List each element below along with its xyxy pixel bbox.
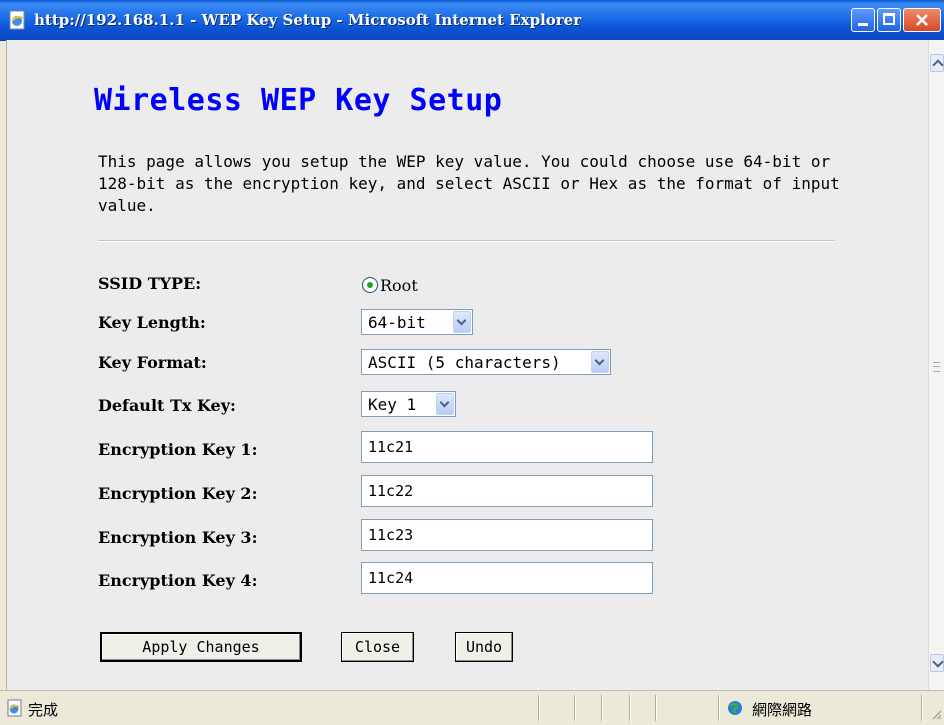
status-divider [601, 695, 603, 721]
radio-selected-dot [367, 282, 373, 288]
minimize-button[interactable] [851, 8, 875, 32]
status-divider [921, 695, 923, 721]
default-tx-key-value: Key 1 [368, 395, 417, 414]
key-format-select[interactable]: ASCII (5 characters) [361, 349, 611, 375]
status-text: 完成 [28, 701, 59, 719]
maximize-button[interactable] [877, 8, 901, 32]
scroll-up-icon[interactable] [930, 54, 944, 72]
internet-globe-icon [728, 701, 742, 715]
chevron-down-icon[interactable] [591, 351, 609, 373]
ssid-root-label[interactable]: Root [380, 276, 418, 295]
default-tx-key-label: Default Tx Key: [98, 396, 236, 415]
key-length-value: 64-bit [368, 313, 426, 332]
security-zone-text: 網際網路 [752, 701, 813, 719]
vertical-scrollbar[interactable] [928, 40, 944, 690]
status-bar: 完成 網際網路 [0, 690, 944, 725]
done-page-icon [7, 699, 22, 717]
browser-window: http://192.168.1.1 - WEP Key Setup - Mic… [0, 0, 944, 725]
divider [98, 240, 834, 242]
apply-changes-button[interactable]: Apply Changes [100, 632, 302, 662]
status-divider [538, 695, 540, 721]
ssid-type-label: SSID TYPE: [98, 274, 202, 293]
ie-page-icon [9, 10, 25, 30]
chevron-down-icon[interactable] [436, 393, 454, 415]
encryption-key-2-input[interactable]: 11c22 [361, 475, 653, 507]
scroll-down-icon[interactable] [930, 654, 944, 672]
page-description: This page allows you setup the WEP key v… [98, 152, 840, 215]
encryption-key-3-label: Encryption Key 3: [98, 528, 258, 547]
key-format-value: ASCII (5 characters) [368, 353, 561, 372]
status-divider [574, 695, 576, 721]
key-length-label: Key Length: [98, 313, 206, 332]
encryption-key-4-input[interactable]: 11c24 [361, 562, 653, 594]
encryption-key-4-label: Encryption Key 4: [98, 571, 258, 590]
key-length-select[interactable]: 64-bit [361, 309, 473, 335]
scroll-grip-icon [933, 362, 940, 372]
encryption-key-2-label: Encryption Key 2: [98, 484, 258, 503]
encryption-key-1-label: Encryption Key 1: [98, 440, 258, 459]
status-divider [718, 695, 720, 721]
close-window-button[interactable] [903, 8, 941, 32]
page-title: Wireless WEP Key Setup [94, 83, 503, 118]
undo-button[interactable]: Undo [455, 632, 513, 662]
encryption-key-1-input[interactable]: 11c21 [361, 431, 653, 463]
status-divider [629, 695, 631, 721]
encryption-key-3-input[interactable]: 11c23 [361, 519, 653, 551]
default-tx-key-select[interactable]: Key 1 [361, 391, 456, 417]
resize-grip-icon[interactable] [930, 708, 942, 720]
status-divider [655, 695, 657, 721]
key-format-label: Key Format: [98, 353, 207, 372]
title-bar[interactable]: http://192.168.1.1 - WEP Key Setup - Mic… [0, 0, 944, 41]
close-icon [916, 14, 928, 26]
close-button[interactable]: Close [341, 632, 414, 662]
ssid-root-radio[interactable] [362, 277, 378, 293]
chevron-down-icon[interactable] [453, 311, 471, 333]
window-title: http://192.168.1.1 - WEP Key Setup - Mic… [34, 11, 582, 29]
